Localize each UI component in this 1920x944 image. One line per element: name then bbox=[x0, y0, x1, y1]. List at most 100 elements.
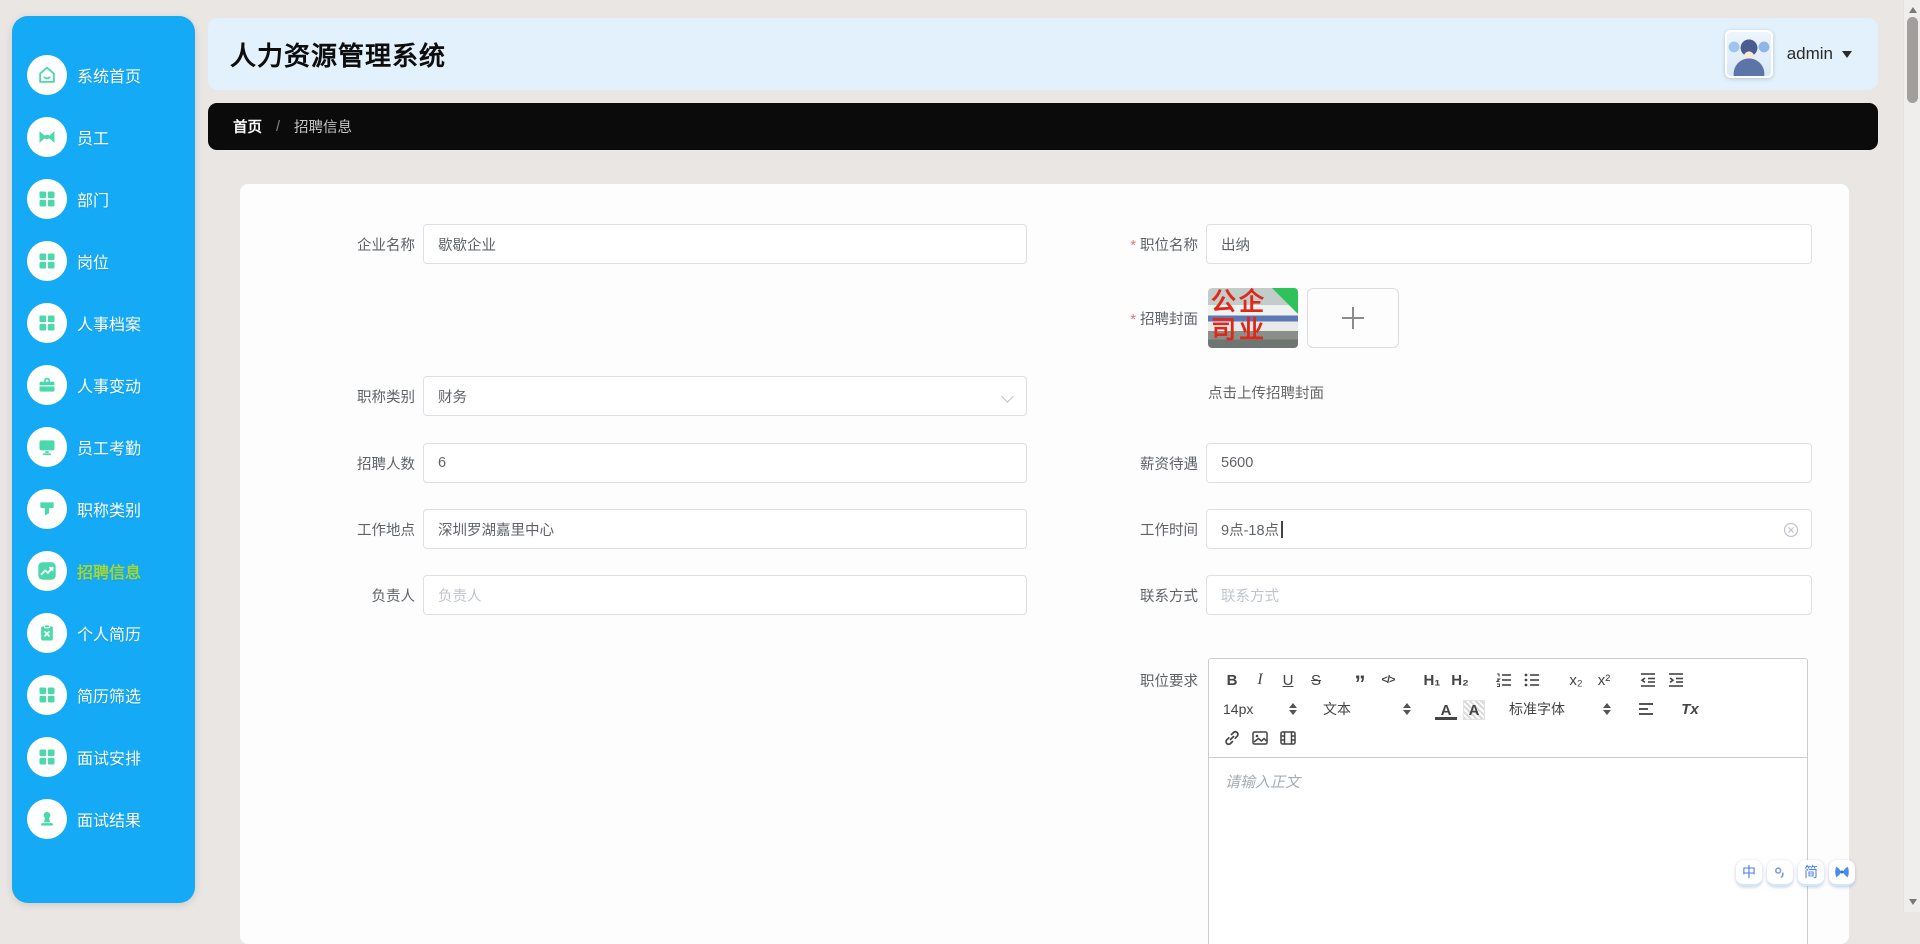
header-1-button[interactable]: H₁ bbox=[1421, 668, 1443, 692]
clear-format-button[interactable]: Tx bbox=[1679, 697, 1701, 721]
monitor-icon bbox=[27, 427, 67, 467]
sidebar-item-interview-plan[interactable]: 面试安排 bbox=[12, 726, 195, 788]
manager-placeholder: 负责人 bbox=[438, 588, 482, 605]
location-value: 深圳罗湖嘉里中心 bbox=[438, 522, 554, 539]
position-name-label: * 职位名称 bbox=[1130, 237, 1198, 254]
sidebar-item-post[interactable]: 岗位 bbox=[12, 230, 195, 292]
cover-label: * 招聘封面 bbox=[1130, 311, 1198, 328]
sidebar-item-recruitment[interactable]: 招聘信息 bbox=[12, 540, 195, 602]
sidebar-item-home[interactable]: 系统首页 bbox=[12, 44, 195, 106]
grid-icon bbox=[27, 241, 67, 281]
work-time-row: 工作时间 9点-18点 bbox=[1078, 509, 1812, 549]
vertical-scrollbar[interactable] bbox=[1903, 0, 1920, 912]
cover-upload-hint: 点击上传招聘封面 bbox=[1208, 386, 1324, 402]
sidebar-item-employee[interactable]: 员工 bbox=[12, 106, 195, 168]
user-menu[interactable]: admin bbox=[1724, 30, 1852, 78]
title-category-select[interactable]: 财务 bbox=[423, 376, 1027, 416]
code-block-button[interactable]: </> bbox=[1377, 668, 1399, 692]
sidebar-item-interview-result[interactable]: 面试结果 bbox=[12, 788, 195, 850]
text-cursor bbox=[1281, 520, 1283, 538]
editor-placeholder: 请输入正文 bbox=[1225, 774, 1301, 791]
app-header: 人力资源管理系统 admin bbox=[208, 18, 1878, 90]
image-button[interactable] bbox=[1249, 726, 1271, 750]
work-time-label: 工作时间 bbox=[1140, 522, 1198, 539]
grid-icon bbox=[27, 179, 67, 219]
contact-label: 联系方式 bbox=[1140, 588, 1198, 605]
location-field[interactable]: 深圳罗湖嘉里中心 bbox=[423, 509, 1027, 549]
green-corner-badge bbox=[1272, 288, 1298, 314]
sidebar-item-attendance[interactable]: 员工考勤 bbox=[12, 416, 195, 478]
requirements-label: 职位要求 bbox=[1140, 674, 1198, 690]
align-button[interactable] bbox=[1635, 697, 1657, 721]
text-color-button[interactable]: A bbox=[1435, 700, 1457, 720]
requirements-editor: B I U S ” </> H₁ H₂ x₂ x² 14px 文本 A A 标准字体 Tx 请输入正文 bbox=[1208, 658, 1808, 944]
ordered-list-button[interactable] bbox=[1493, 668, 1515, 692]
headcount-field[interactable]: 6 bbox=[423, 443, 1027, 483]
cover-label-row: * 招聘封面 bbox=[1078, 298, 1206, 338]
sidebar-item-personnel-file[interactable]: 人事档案 bbox=[12, 292, 195, 354]
contact-row: 联系方式 联系方式 bbox=[1078, 575, 1812, 615]
link-button[interactable] bbox=[1221, 726, 1243, 750]
username: admin bbox=[1786, 44, 1833, 63]
scroll-down-arrow[interactable] bbox=[1904, 896, 1920, 912]
cover-uploader: 公企 司业 bbox=[1208, 288, 1399, 348]
superscript-button[interactable]: x² bbox=[1593, 668, 1615, 692]
sidebar-item-resume[interactable]: 个人简历 bbox=[12, 602, 195, 664]
sidebar-item-title-category[interactable]: 职称类别 bbox=[12, 478, 195, 540]
work-time-field[interactable]: 9点-18点 bbox=[1206, 509, 1812, 549]
manager-label: 负责人 bbox=[371, 588, 416, 605]
clear-icon[interactable] bbox=[1783, 522, 1799, 542]
ext-button-chinese[interactable]: 中 bbox=[1736, 860, 1762, 886]
salary-field[interactable]: 5600 bbox=[1206, 443, 1812, 483]
italic-button[interactable]: I bbox=[1249, 668, 1271, 692]
sidebar-item-resume-screen[interactable]: 简历筛选 bbox=[12, 664, 195, 726]
font-picker[interactable]: 标准字体 bbox=[1507, 697, 1613, 721]
avatar[interactable] bbox=[1724, 30, 1773, 78]
title-category-value: 财务 bbox=[438, 389, 467, 406]
indent-button[interactable] bbox=[1665, 668, 1687, 692]
ext-button-logo[interactable] bbox=[1829, 860, 1855, 886]
title-category-label: 职称类别 bbox=[357, 389, 415, 406]
underline-button[interactable]: U bbox=[1277, 668, 1299, 692]
bullet-list-button[interactable] bbox=[1521, 668, 1543, 692]
editor-content[interactable]: 请输入正文 bbox=[1209, 758, 1807, 944]
chevron-down-icon bbox=[1001, 390, 1014, 403]
plus-icon bbox=[1342, 307, 1364, 329]
grid-icon bbox=[27, 675, 67, 715]
upload-cover-button[interactable] bbox=[1307, 288, 1399, 348]
manager-field[interactable]: 负责人 bbox=[423, 575, 1027, 615]
home-icon bbox=[27, 55, 67, 95]
grid-icon bbox=[27, 303, 67, 343]
breadcrumb-home[interactable]: 首页 bbox=[233, 116, 262, 137]
contact-field[interactable]: 联系方式 bbox=[1206, 575, 1812, 615]
size-picker[interactable]: 14px bbox=[1221, 697, 1299, 721]
scrollbar-thumb[interactable] bbox=[1907, 17, 1918, 103]
briefcase-icon bbox=[27, 365, 67, 405]
outdent-button[interactable] bbox=[1637, 668, 1659, 692]
ext-button-input[interactable] bbox=[1767, 860, 1793, 886]
company-name-label: 企业名称 bbox=[357, 237, 415, 254]
stamp-icon bbox=[27, 799, 67, 839]
video-button[interactable] bbox=[1277, 726, 1299, 750]
company-name-field[interactable]: 歇歇企业 bbox=[423, 224, 1027, 264]
highlight-button[interactable]: A bbox=[1463, 700, 1485, 720]
cover-thumbnail[interactable]: 公企 司业 bbox=[1208, 288, 1298, 348]
position-name-field[interactable]: 出纳 bbox=[1206, 224, 1812, 264]
required-mark: * bbox=[1130, 311, 1136, 328]
headcount-row: 招聘人数 6 bbox=[295, 443, 1027, 483]
format-picker[interactable]: 文本 bbox=[1321, 697, 1413, 721]
salary-label: 薪资待遇 bbox=[1140, 456, 1198, 473]
ext-button-simplified[interactable]: 简 bbox=[1798, 860, 1824, 886]
sidebar-item-personnel-change[interactable]: 人事变动 bbox=[12, 354, 195, 416]
sidebar-item-department[interactable]: 部门 bbox=[12, 168, 195, 230]
location-row: 工作地点 深圳罗湖嘉里中心 bbox=[295, 509, 1027, 549]
blockquote-button[interactable]: ” bbox=[1349, 668, 1371, 695]
header-2-button[interactable]: H₂ bbox=[1449, 668, 1471, 692]
bold-button[interactable]: B bbox=[1221, 668, 1243, 692]
recruitment-form-card: 企业名称 歇歇企业 职称类别 财务 招聘人数 6 工作地点 深圳罗湖嘉里中心 负… bbox=[240, 184, 1849, 944]
scroll-up-arrow[interactable] bbox=[1904, 0, 1920, 16]
position-name-row: * 职位名称 出纳 bbox=[1078, 224, 1812, 264]
strike-button[interactable]: S bbox=[1305, 668, 1327, 692]
sidebar-menu: 系统首页 员工 部门 岗位 人事档案 人事变动 员工考勤 职称类别 招聘信息 个… bbox=[12, 44, 195, 850]
subscript-button[interactable]: x₂ bbox=[1565, 668, 1587, 692]
